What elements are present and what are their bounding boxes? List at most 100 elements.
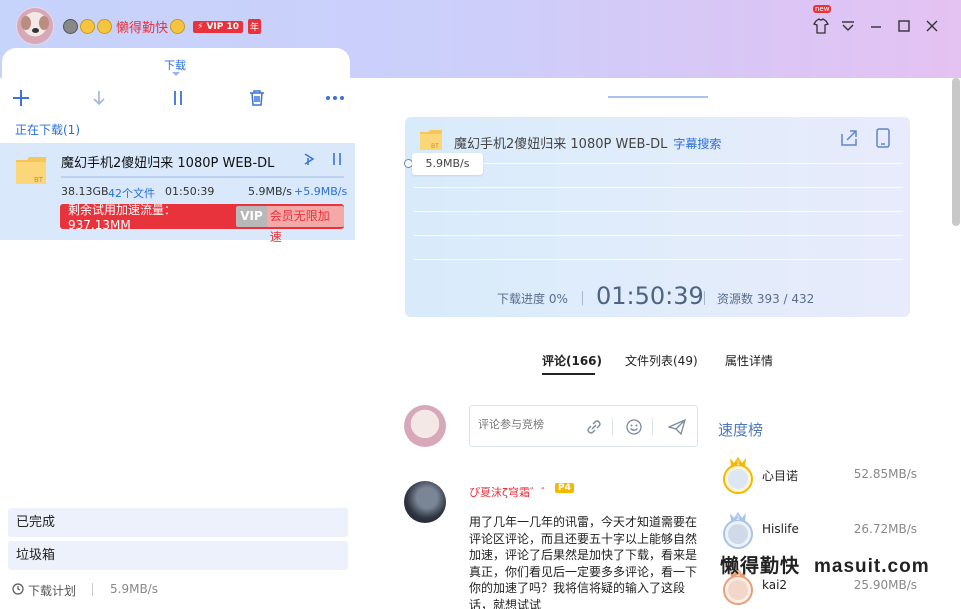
pause-button[interactable] <box>168 88 188 108</box>
minimize-icon <box>871 26 881 28</box>
skin-button[interactable] <box>810 15 832 37</box>
emoji-icon <box>170 19 186 34</box>
scrollbar[interactable] <box>952 78 960 226</box>
minimize-button[interactable] <box>865 15 887 37</box>
clock-icon <box>12 583 24 595</box>
maximize-button[interactable] <box>893 15 915 37</box>
year-badge: 年 <box>248 19 262 34</box>
nav-completed[interactable]: 已完成 <box>8 508 348 537</box>
task-name: 魔幻手机2傻妞归来 1080P WEB-DL <box>61 156 275 171</box>
plus-icon <box>13 90 29 106</box>
pause-icon <box>174 91 182 105</box>
ranking-user-name[interactable]: 心目诺 <box>762 467 798 484</box>
tab-comments[interactable]: 评论(166) <box>542 352 602 369</box>
send-icon <box>667 418 687 436</box>
comment-text: 用了几年一几年的讯雷，今天才知道需要在评论区评论，而且还要五十字以上能够自然加速… <box>469 515 698 609</box>
task-accel-speed: +5.9MB/s <box>294 185 348 198</box>
vip-badge[interactable]: ⚡ VIP 10 <box>193 20 244 33</box>
svg-text:1: 1 <box>736 460 740 467</box>
delete-button[interactable] <box>247 88 267 108</box>
my-avatar <box>404 405 446 447</box>
pause-icon <box>333 153 341 165</box>
comment-input[interactable] <box>478 418 568 431</box>
emoji-icon <box>80 19 95 34</box>
more-button[interactable] <box>325 88 345 108</box>
commenter-avatar[interactable] <box>404 481 446 523</box>
task-remaining-time: 01:50:39 <box>165 185 215 198</box>
tab-caret-icon <box>172 72 180 76</box>
trash-icon <box>250 90 264 106</box>
divider <box>92 583 93 596</box>
ranking-row: 2 Hislife 26.72MB/s <box>722 510 917 550</box>
play-icon <box>304 153 315 165</box>
task-play-button[interactable] <box>302 152 316 166</box>
emoji-button[interactable] <box>626 419 642 435</box>
link-icon <box>587 420 601 434</box>
task-speed: 5.9MB/s <box>248 185 292 198</box>
silver-crown-icon: 2 <box>722 510 754 550</box>
commenter-name[interactable]: ぴ夏沫ζ穹霜゛゛ <box>469 484 552 500</box>
emoji-icon <box>63 19 78 34</box>
ranking-speed: 52.85MB/s <box>853 467 917 481</box>
tab-download[interactable]: 下载 <box>164 57 186 73</box>
member-accel-button[interactable]: 会员无限加速 <box>266 206 344 244</box>
svg-text:BT: BT <box>431 143 439 150</box>
gold-crown-icon: 1 <box>722 455 754 495</box>
new-badge: new <box>813 5 832 13</box>
task-progress-bar <box>61 176 344 178</box>
tab-properties[interactable]: 属性详情 <box>725 352 773 369</box>
bt-folder-icon: BT <box>419 128 443 152</box>
phone-icon <box>876 128 890 148</box>
remaining-time: 01:50:39 <box>596 282 704 310</box>
ranking-row: 1 心目诺 52.85MB/s <box>722 455 917 495</box>
total-speed: 5.9MB/s <box>110 582 158 596</box>
svg-text:2: 2 <box>736 515 740 522</box>
download-plan-link[interactable]: 下载计划 <box>28 582 76 599</box>
username: 懒得勤快 <box>116 21 169 36</box>
divider <box>582 291 583 305</box>
tab-file-list[interactable]: 文件列表(49) <box>625 352 698 369</box>
ranking-user-name[interactable]: kai2 <box>762 578 787 592</box>
nav-trash[interactable]: 垃圾箱 <box>8 541 348 570</box>
smile-icon <box>626 419 642 435</box>
user-avatar[interactable] <box>16 7 54 45</box>
share-button[interactable] <box>839 128 861 150</box>
downloading-section-title[interactable]: 正在下载(1) <box>15 121 80 138</box>
user-info[interactable]: 懒得勤快 ⚡ VIP 10 年 <box>63 17 262 36</box>
ranking-speed: 26.72MB/s <box>853 522 917 536</box>
bt-folder-icon: BT <box>15 154 47 186</box>
detail-task-name: 魔幻手机2傻妞归来 1080P WEB-DL <box>454 137 668 152</box>
ranking-speed: 25.90MB/s <box>853 578 917 592</box>
task-pause-button[interactable] <box>330 152 344 166</box>
share-icon <box>841 130 857 146</box>
shirt-icon <box>812 18 830 34</box>
speed-ranking-title: 速度榜 <box>718 421 764 439</box>
more-icon <box>326 96 344 100</box>
menu-button[interactable] <box>837 15 859 37</box>
comment-box[interactable] <box>469 405 698 447</box>
active-tab-underline <box>542 373 595 375</box>
start-button[interactable] <box>89 88 109 108</box>
menu-chevron-icon <box>842 21 854 31</box>
divider <box>704 291 705 305</box>
arrow-down-icon <box>93 91 105 106</box>
ranking-user-name[interactable]: Hislife <box>762 522 799 536</box>
detail-title: 魔幻手机2傻妞归来 1080P WEB-DL 字幕搜索 <box>454 133 721 152</box>
task-files-link[interactable]: 42个文件 <box>108 185 155 201</box>
subtitle-search-link[interactable]: 字幕搜索 <box>673 137 721 151</box>
detail-top-indicator <box>608 96 708 98</box>
maximize-icon <box>898 20 910 32</box>
watermark: 懒得勤快 masuit.com <box>720 555 930 577</box>
send-button[interactable] <box>667 418 687 436</box>
task-size: 38.13GB <box>61 185 109 198</box>
trial-accel-banner[interactable]: 剩余试用加速流量：937.13MM VIP 会员无限加速 <box>60 203 344 244</box>
trial-accel-text: 剩余试用加速流量：937.13MM <box>68 203 177 232</box>
phone-button[interactable] <box>874 128 896 150</box>
attach-button[interactable] <box>586 419 602 435</box>
add-task-button[interactable] <box>11 88 31 108</box>
download-progress-text: 下载进度 0% <box>497 292 568 306</box>
vip-label: VIP <box>236 206 267 227</box>
close-button[interactable] <box>921 15 943 37</box>
speed-chip: 5.9MB/s <box>412 153 483 175</box>
level-badge: P4 <box>555 483 574 493</box>
